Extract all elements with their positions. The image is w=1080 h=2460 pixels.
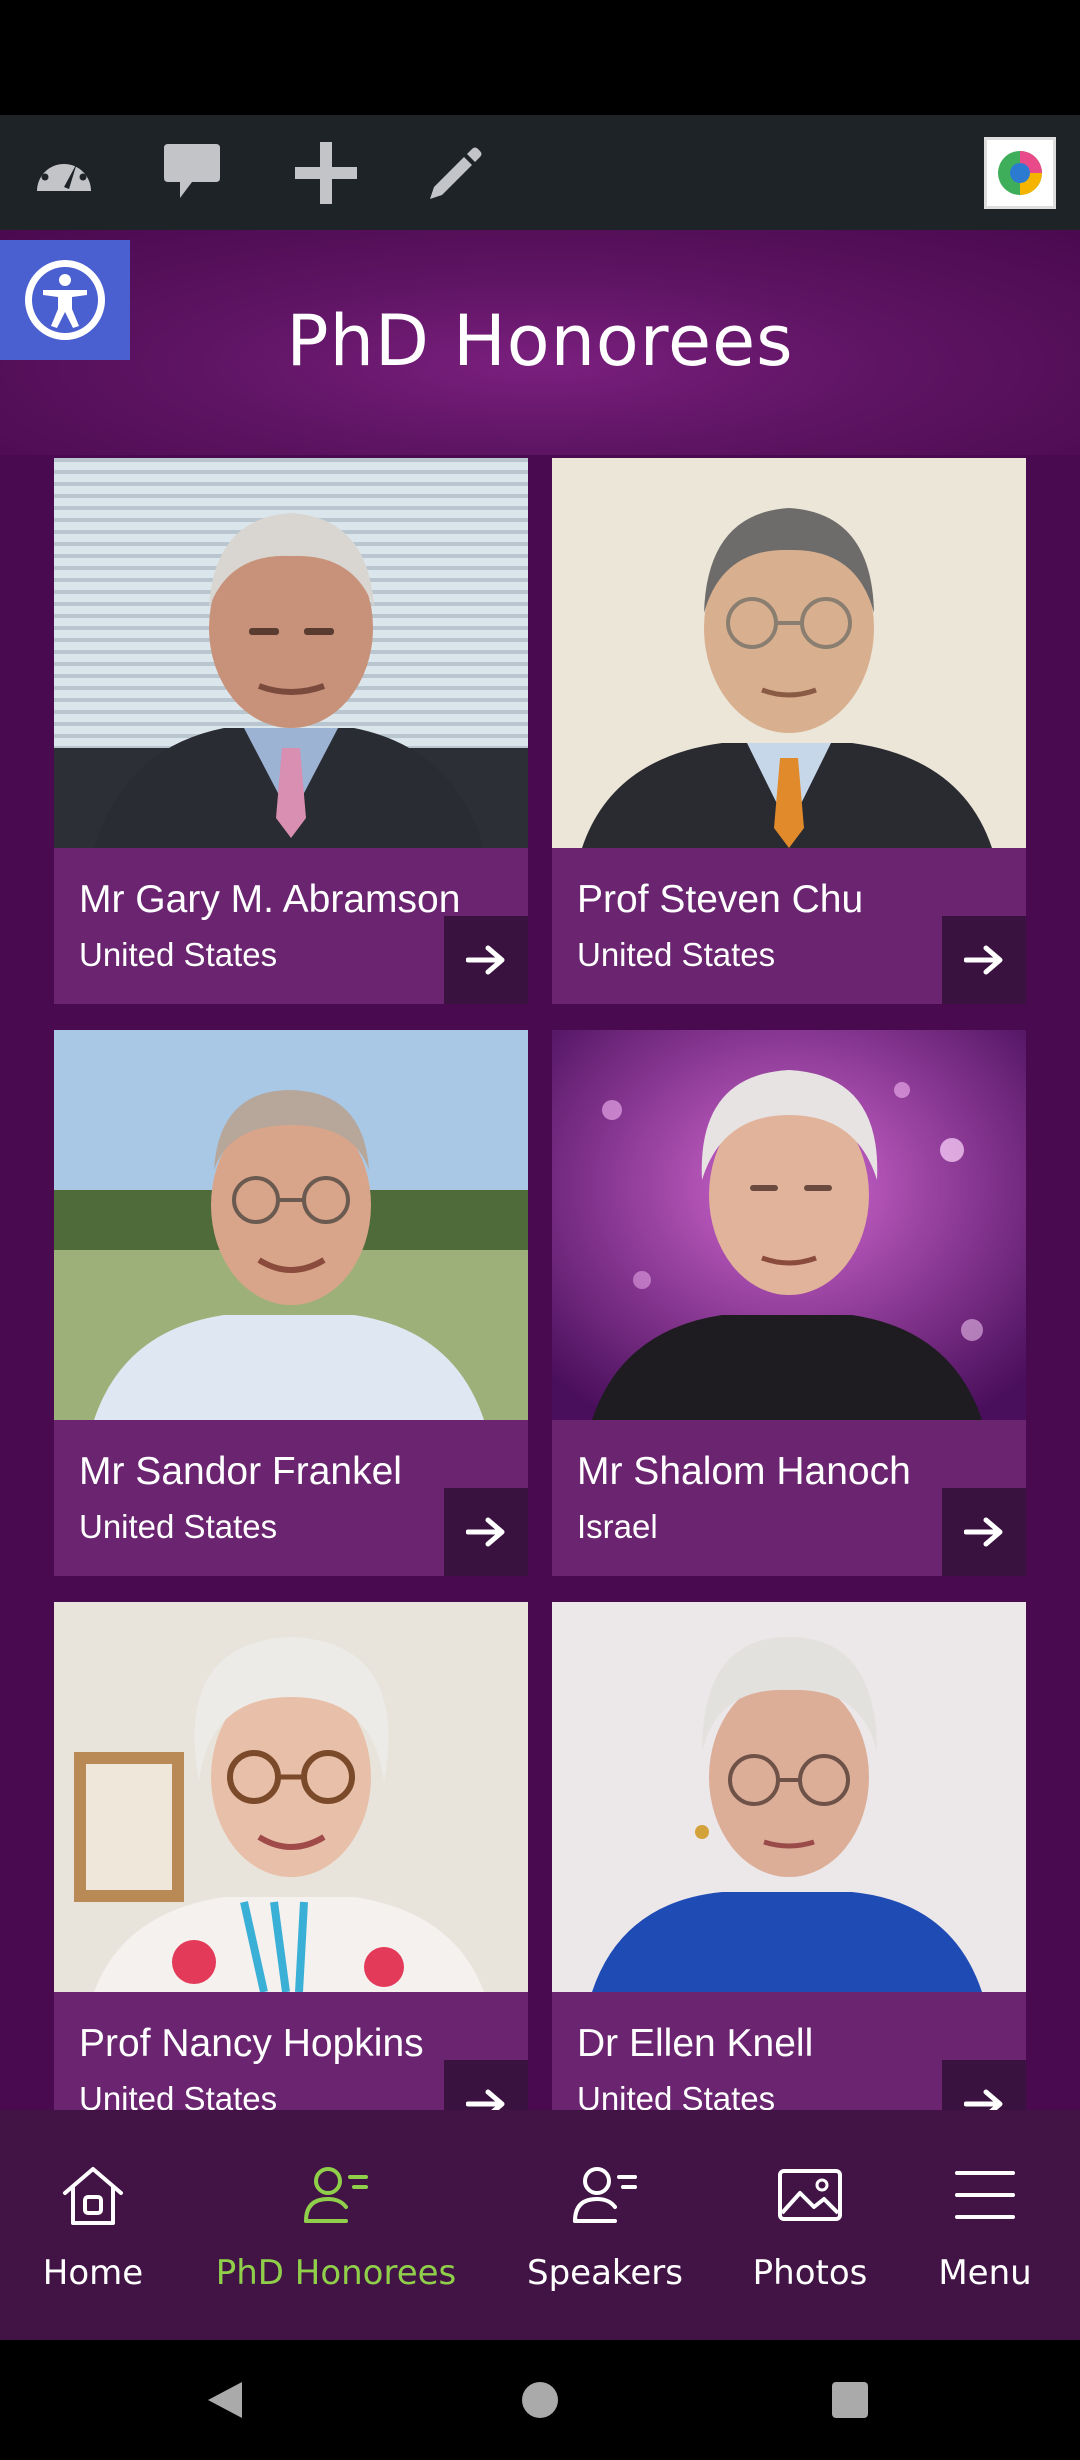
back-icon[interactable]: [208, 2382, 242, 2418]
pencil-icon[interactable]: [418, 137, 490, 209]
honoree-info: Mr Gary M. Abramson United States: [54, 848, 528, 1004]
view-honoree-button[interactable]: [942, 1488, 1026, 1576]
honoree-card[interactable]: Mr Shalom Hanoch Israel: [552, 1030, 1026, 1576]
nav-menu[interactable]: Menu: [905, 2110, 1065, 2340]
home-button-icon[interactable]: [522, 2382, 558, 2418]
view-honoree-button[interactable]: [444, 2060, 528, 2110]
page-title: PhD Honorees: [286, 300, 794, 382]
nav-label: Photos: [752, 2253, 868, 2293]
nav-home[interactable]: Home: [0, 2110, 186, 2340]
nav-label: Speakers: [526, 2253, 683, 2293]
honoree-card[interactable]: Dr Ellen Knell United States: [552, 1602, 1026, 2110]
honoree-name: Prof Steven Chu: [577, 878, 864, 921]
honoree-info: Prof Nancy Hopkins United States: [54, 1992, 528, 2110]
honoree-photo: [54, 1030, 528, 1420]
nav-label: Home: [42, 2253, 144, 2293]
honoree-country: United States: [577, 936, 776, 973]
arrow-right-icon: [964, 1517, 1003, 1547]
person-list-icon: [569, 2155, 641, 2235]
honoree-card[interactable]: Prof Nancy Hopkins United States: [54, 1602, 528, 2110]
honoree-photo: [552, 1030, 1026, 1420]
recents-icon[interactable]: [832, 2382, 868, 2418]
honoree-country: Israel: [577, 1508, 658, 1545]
comment-icon[interactable]: [156, 137, 228, 209]
honoree-name: Mr Gary M. Abramson: [79, 878, 461, 921]
honoree-photo: [552, 458, 1026, 848]
plus-icon[interactable]: [290, 137, 362, 209]
bottom-nav: Home PhD Honorees Speakers Photos Menu: [0, 2110, 1080, 2340]
honoree-name: Dr Ellen Knell: [577, 2022, 814, 2065]
honoree-country: United States: [79, 936, 278, 973]
site-avatar[interactable]: [984, 137, 1056, 209]
honoree-name: Mr Shalom Hanoch: [577, 1450, 911, 1493]
page-content: PhD Honorees Mr Gary M. Abramson United …: [0, 230, 1080, 2110]
arrow-right-icon: [964, 2089, 1003, 2110]
honoree-info: Dr Ellen Knell United States: [552, 1992, 1026, 2110]
view-honoree-button[interactable]: [942, 2060, 1026, 2110]
nav-photos[interactable]: Photos: [725, 2110, 895, 2340]
nav-phd-honorees[interactable]: PhD Honorees: [196, 2110, 476, 2340]
view-honoree-button[interactable]: [444, 1488, 528, 1576]
nav-speakers[interactable]: Speakers: [500, 2110, 710, 2340]
honoree-info: Mr Shalom Hanoch Israel: [552, 1420, 1026, 1576]
honoree-card[interactable]: Prof Steven Chu United States: [552, 458, 1026, 1004]
status-bar: [0, 0, 1080, 115]
person-list-icon: [300, 2155, 372, 2235]
honoree-card[interactable]: Mr Sandor Frankel United States: [54, 1030, 528, 1576]
page-header: PhD Honorees: [0, 230, 1080, 455]
honoree-name: Mr Sandor Frankel: [79, 1450, 402, 1493]
admin-bar: [0, 115, 1080, 230]
arrow-right-icon: [466, 1517, 505, 1547]
honoree-photo: [54, 1602, 528, 1992]
honoree-info: Prof Steven Chu United States: [552, 848, 1026, 1004]
honoree-photo: [54, 458, 528, 848]
arrow-right-icon: [964, 945, 1003, 975]
hamburger-icon: [949, 2155, 1021, 2235]
honoree-card[interactable]: Mr Gary M. Abramson United States: [54, 458, 528, 1004]
view-honoree-button[interactable]: [444, 916, 528, 1004]
photo-icon: [774, 2155, 846, 2235]
honoree-info: Mr Sandor Frankel United States: [54, 1420, 528, 1576]
honoree-country: United States: [79, 2080, 278, 2110]
honoree-photo: [552, 1602, 1026, 1992]
view-honoree-button[interactable]: [942, 916, 1026, 1004]
system-nav-bar: [0, 2340, 1080, 2460]
arrow-right-icon: [466, 2089, 505, 2110]
arrow-right-icon: [466, 945, 505, 975]
nav-label: Menu: [938, 2253, 1032, 2293]
home-icon: [57, 2155, 129, 2235]
dashboard-icon[interactable]: [28, 137, 100, 209]
nav-label: PhD Honorees: [215, 2253, 457, 2293]
honoree-country: United States: [577, 2080, 776, 2110]
honoree-name: Prof Nancy Hopkins: [79, 2022, 424, 2065]
honoree-country: United States: [79, 1508, 278, 1545]
